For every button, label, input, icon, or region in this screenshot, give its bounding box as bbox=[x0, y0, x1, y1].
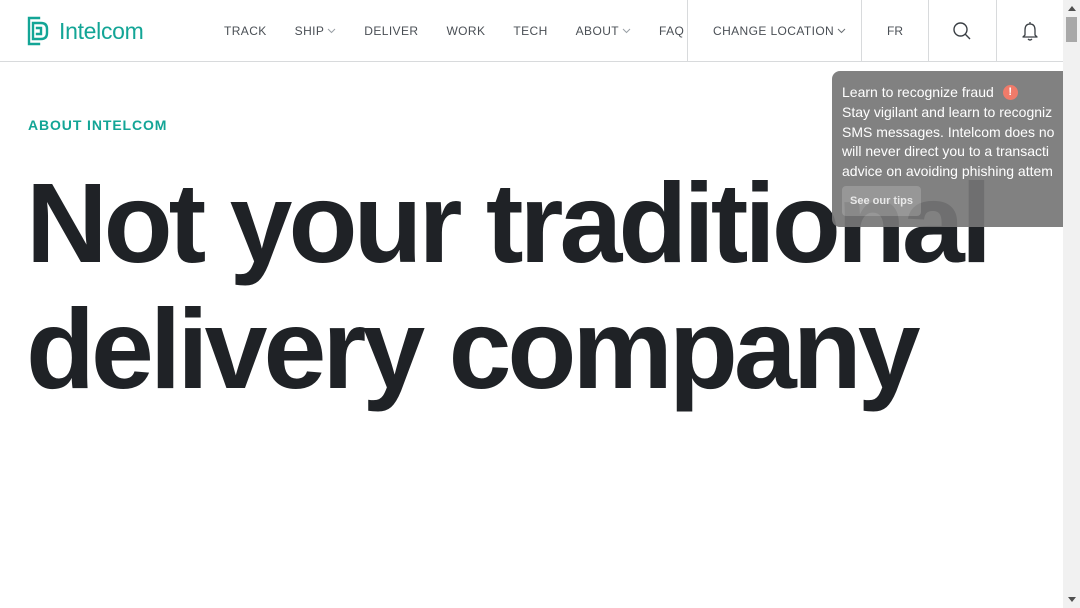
search-button[interactable] bbox=[929, 0, 995, 61]
nav-item-label: WORK bbox=[446, 23, 486, 38]
vertical-scrollbar[interactable] bbox=[1063, 0, 1080, 608]
nav-item-track[interactable]: TRACK bbox=[224, 24, 267, 38]
hero-heading-line-2: delivery company bbox=[26, 286, 921, 412]
nav-divider bbox=[687, 0, 688, 61]
fraud-alert-toast[interactable]: Learn to recognize fraud ! Stay vigilant… bbox=[832, 71, 1063, 227]
change-location-button[interactable]: CHANGE LOCATION bbox=[713, 0, 846, 61]
language-toggle[interactable]: FR bbox=[862, 0, 928, 61]
nav-item-label: TRACK bbox=[224, 23, 267, 38]
language-label: FR bbox=[887, 23, 903, 38]
eyebrow-label: ABOUT INTELCOM bbox=[28, 117, 168, 133]
nav-item-faq[interactable]: FAQ bbox=[659, 24, 684, 38]
site-header: Intelcom TRACK SHIP DELIVER WORK TECH AB… bbox=[0, 0, 1063, 62]
search-icon bbox=[953, 21, 971, 39]
scroll-down-arrow-icon[interactable] bbox=[1063, 591, 1080, 608]
nav-item-about[interactable]: ABOUT bbox=[576, 24, 631, 38]
intelcom-logo[interactable]: Intelcom bbox=[27, 16, 144, 46]
nav-item-label: DELIVER bbox=[364, 23, 419, 38]
chevron-down-icon bbox=[837, 28, 846, 33]
nav-item-label: TECH bbox=[513, 23, 548, 38]
intelcom-logo-mark bbox=[27, 16, 49, 46]
nav-item-deliver[interactable]: DELIVER bbox=[364, 24, 418, 38]
change-location-label: CHANGE LOCATION bbox=[713, 23, 835, 38]
nav-item-label: FAQ bbox=[659, 23, 685, 38]
alert-icon: ! bbox=[1002, 84, 1018, 100]
toast-title: Learn to recognize fraud ! bbox=[842, 84, 1018, 100]
logo-text: Intelcom bbox=[59, 17, 144, 44]
toast-body-line: SMS messages. Intelcom does no bbox=[842, 123, 1055, 140]
toast-body: Stay vigilant and learn to recogniz SMS … bbox=[842, 103, 1063, 181]
nav-item-tech[interactable]: TECH bbox=[513, 24, 547, 38]
bell-icon bbox=[1022, 21, 1038, 41]
main-nav: TRACK SHIP DELIVER WORK TECH ABOUT FAQ bbox=[224, 0, 712, 61]
notifications-button[interactable] bbox=[997, 0, 1063, 61]
chevron-down-icon bbox=[622, 28, 631, 33]
toast-body-line: will never direct you to a transacti bbox=[842, 143, 1049, 159]
toast-body-line: Stay vigilant and learn to recogniz bbox=[842, 104, 1053, 120]
toast-title-text: Learn to recognize fraud bbox=[842, 84, 994, 100]
chevron-down-icon bbox=[327, 28, 336, 33]
scroll-up-arrow-icon[interactable] bbox=[1063, 0, 1080, 17]
scrollbar-thumb[interactable] bbox=[1066, 17, 1077, 42]
toast-body-line: advice on avoiding phishing attem bbox=[842, 162, 1053, 179]
nav-item-work[interactable]: WORK bbox=[446, 24, 485, 38]
see-our-tips-button[interactable]: See our tips bbox=[842, 186, 921, 216]
nav-item-label: ABOUT bbox=[575, 23, 619, 38]
nav-item-ship[interactable]: SHIP bbox=[295, 24, 337, 38]
nav-item-label: SHIP bbox=[294, 23, 325, 38]
